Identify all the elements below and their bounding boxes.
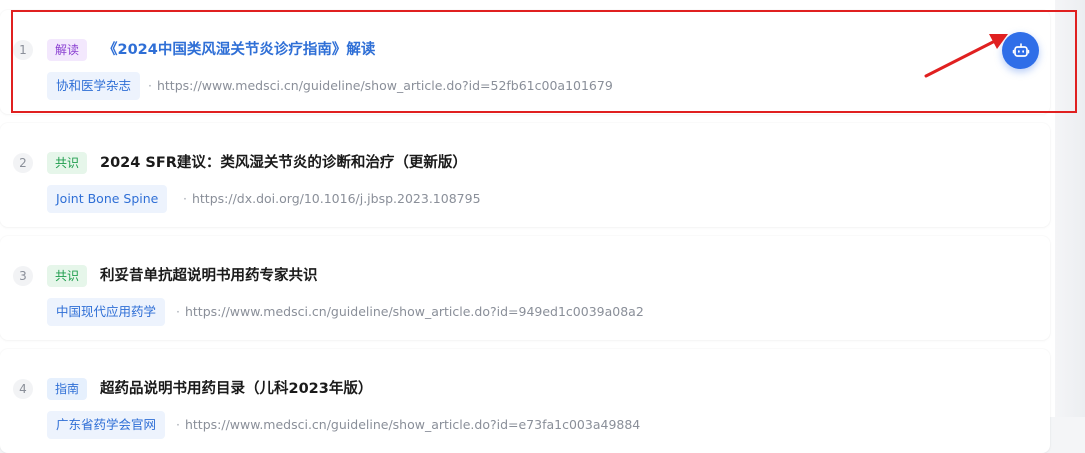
result-index: 1 [13,40,33,60]
category-tag: 共识 [47,152,88,174]
source-badge[interactable]: 中国现代应用药学 [47,298,166,326]
result-card[interactable]: 2 共识 2024 SFR建议：类风湿关节炎的诊断和治疗（更新版） Joint … [0,123,1050,227]
result-index: 4 [13,379,33,399]
result-card[interactable]: 3 共识 利妥昔单抗超说明书用药专家共识 中国现代应用药学 · https://w… [0,236,1050,340]
result-card[interactable]: 1 解读 《2024中国类风湿关节炎诊疗指南》解读 协和医学杂志 · https:… [0,10,1050,114]
result-url[interactable]: · https://www.medsci.cn/guideline/show_ar… [148,72,613,100]
url-text[interactable]: https://www.medsci.cn/guideline/show_art… [185,304,644,319]
source-badge[interactable]: 协和医学杂志 [47,72,141,100]
url-text[interactable]: https://www.medsci.cn/guideline/show_art… [157,78,613,93]
source-badge[interactable]: Joint Bone Spine [47,185,168,213]
result-index: 2 [13,153,33,173]
ai-assistant-button[interactable] [1002,32,1039,69]
result-index: 3 [13,266,33,286]
source-badge[interactable]: 广东省药学会官网 [47,411,166,439]
category-tag: 共识 [47,265,88,287]
result-title-link[interactable]: 利妥昔单抗超说明书用药专家共识 [100,265,318,287]
robot-icon [1012,42,1029,57]
result-title-link[interactable]: 《2024中国类风湿关节炎诊疗指南》解读 [103,39,375,61]
url-text[interactable]: https://dx.doi.org/10.1016/j.jbsp.2023.1… [192,191,481,206]
result-card[interactable]: 4 指南 超药品说明书用药目录（儿科2023年版） 广东省药学会官网 · http… [0,349,1050,453]
url-separator: · [183,191,187,206]
url-separator: · [176,417,180,432]
url-text[interactable]: https://www.medsci.cn/guideline/show_art… [185,417,640,432]
right-gutter [1055,0,1085,417]
result-url[interactable]: · https://www.medsci.cn/guideline/show_ar… [176,298,644,326]
result-url[interactable]: · https://www.medsci.cn/guideline/show_ar… [176,411,640,439]
result-url[interactable]: · https://dx.doi.org/10.1016/j.jbsp.2023.… [183,185,481,213]
url-separator: · [148,78,152,93]
result-title-link[interactable]: 2024 SFR建议：类风湿关节炎的诊断和治疗（更新版） [100,152,467,174]
category-tag: 解读 [47,39,88,61]
result-title-link[interactable]: 超药品说明书用药目录（儿科2023年版） [100,378,372,400]
url-separator: · [176,304,180,319]
category-tag: 指南 [47,378,88,400]
